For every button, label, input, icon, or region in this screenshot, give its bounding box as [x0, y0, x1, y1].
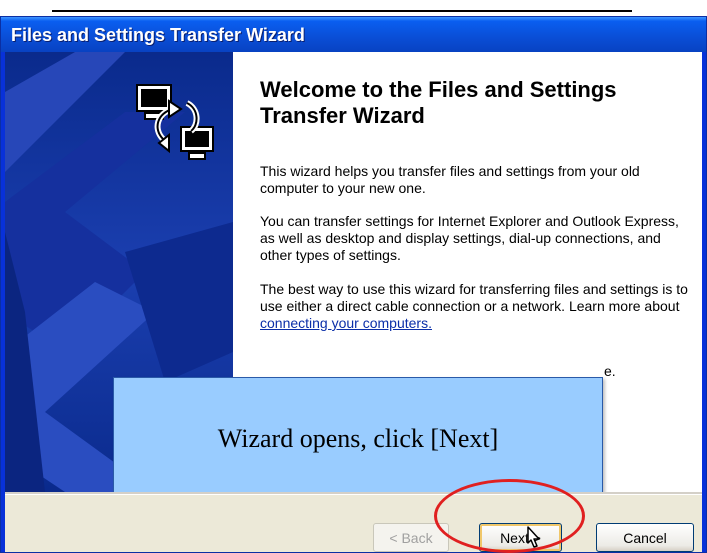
mouse-cursor-icon — [527, 526, 540, 548]
partial-paragraph: e. — [604, 363, 616, 379]
wizard-transfer-icon — [136, 84, 214, 160]
welcome-heading: Welcome to the Files and Settings Transf… — [260, 77, 617, 128]
wizard-window: Files and Settings Transfer Wizard Welco… — [0, 16, 707, 553]
title-bar[interactable]: Files and Settings Transfer Wizard — [1, 17, 706, 52]
connection-paragraph-text: The best way to use this wizard for tran… — [260, 281, 688, 314]
window-title: Files and Settings Transfer Wizard — [11, 25, 305, 45]
next-highlight-ellipse — [434, 479, 585, 553]
wizard-footer: < Back Next > Cancel — [5, 495, 702, 552]
instruction-caption: Wizard opens, click [Next] — [217, 424, 499, 453]
connection-paragraph: The best way to use this wizard for tran… — [260, 281, 690, 332]
connecting-computers-link[interactable]: connecting your computers. — [260, 315, 432, 331]
top-underline — [52, 10, 632, 12]
settings-paragraph: You can transfer settings for Internet E… — [260, 213, 679, 263]
cancel-button[interactable]: Cancel — [596, 523, 694, 552]
wizard-client-area: Welcome to the Files and Settings Transf… — [5, 52, 702, 552]
intro-paragraph: This wizard helps you transfer files and… — [260, 163, 640, 196]
